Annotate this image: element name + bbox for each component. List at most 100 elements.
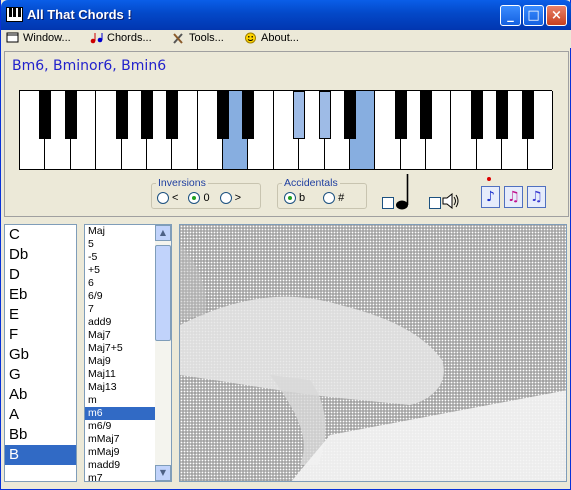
accidental-sharp-radio[interactable]: # [323, 192, 344, 204]
close-button[interactable]: × [546, 5, 567, 26]
inversion-previous-label: < [172, 192, 179, 204]
inversion-zero-label: 0 [203, 192, 210, 204]
maximize-button[interactable]: □ [523, 5, 544, 26]
accidental-flat-radio[interactable]: b [284, 192, 305, 204]
root-note-item[interactable]: Eb [5, 285, 76, 305]
piano-black-key[interactable] [394, 91, 407, 139]
radio-circle [284, 192, 296, 204]
root-note-item[interactable]: E [5, 305, 76, 325]
double-note-icon: ♫ [530, 189, 543, 205]
music-note-icon [396, 174, 409, 210]
menu-tools[interactable]: Tools... [172, 32, 224, 44]
down-arrow-icon: ▼ [159, 468, 167, 477]
root-note-item[interactable]: A [5, 405, 76, 425]
piano-keyboard[interactable] [19, 90, 553, 170]
speaker-icon [442, 193, 459, 209]
piano-black-key[interactable] [420, 91, 433, 139]
chord-type-item[interactable]: 5 [85, 238, 155, 251]
play-arpeggio-down-button[interactable]: ♫ [527, 186, 546, 208]
chord-type-item[interactable]: 6/9 [85, 290, 155, 303]
accidentals-legend: Accidentals [284, 177, 338, 189]
piano-black-key[interactable] [166, 91, 179, 139]
chord-type-item[interactable]: Maj9 [85, 355, 155, 368]
root-note-item[interactable]: F [5, 325, 76, 345]
chord-type-item[interactable]: madd9 [85, 459, 155, 472]
scroll-down-button[interactable]: ▼ [155, 465, 171, 481]
chord-type-item[interactable]: m [85, 394, 155, 407]
piano-black-key[interactable] [470, 91, 483, 139]
chord-type-item[interactable]: +5 [85, 264, 155, 277]
piano-black-key[interactable] [115, 91, 128, 139]
chord-type-item[interactable]: Maj7+5 [85, 342, 155, 355]
chord-type-item[interactable]: Maj [85, 225, 155, 238]
piano-black-key[interactable] [318, 91, 331, 139]
accidental-flat-label: b [299, 192, 306, 204]
scroll-up-button[interactable]: ▲ [155, 225, 171, 241]
chord-type-item[interactable]: 7 [85, 303, 155, 316]
minimize-button[interactable]: _ [500, 5, 521, 26]
piano-black-key[interactable] [39, 91, 52, 139]
double-note-icon: ♫ [507, 189, 520, 205]
single-note-icon: ♪ [486, 189, 495, 205]
piano-black-key[interactable] [242, 91, 255, 139]
chord-type-item[interactable]: 6 [85, 277, 155, 290]
root-note-item[interactable]: G [5, 365, 76, 385]
accidental-sharp-label: # [338, 192, 345, 204]
root-note-item[interactable]: C [5, 225, 76, 245]
chord-type-list[interactable]: Maj 5 -5 +5 6 6/9 7 add9 Maj7 Maj7+5 Maj9 Maj11 Maj1… [84, 224, 172, 482]
inversions-group: Inversions < 0 > [151, 177, 261, 209]
piano-black-key[interactable] [140, 91, 153, 139]
radio-circle [323, 192, 336, 204]
piano-black-key[interactable] [496, 91, 509, 139]
root-note-item[interactable]: Ab [5, 385, 76, 405]
chord-type-scrollbar[interactable]: ▲ ▼ [155, 225, 171, 481]
menu-bar: Window... Chords... Tools... About... [1, 30, 571, 48]
piano-black-key[interactable] [293, 91, 306, 139]
root-note-item[interactable]: Db [5, 245, 76, 265]
root-note-list[interactable]: C Db D Eb E F Gb G Ab A Bb B [4, 224, 77, 482]
chord-type-item[interactable]: mMaj9 [85, 446, 155, 459]
chord-type-item[interactable]: Maj13 [85, 381, 155, 394]
radio-circle [219, 192, 232, 204]
play-chord-button[interactable]: ♪ [481, 186, 500, 208]
chord-type-item[interactable]: add9 [85, 316, 155, 329]
inversion-previous-radio[interactable]: < [157, 192, 178, 204]
piano-black-key[interactable] [217, 91, 230, 139]
root-note-item[interactable]: B [5, 445, 76, 465]
inversion-next-radio[interactable]: > [219, 192, 241, 204]
sound-checkbox[interactable] [429, 197, 441, 209]
chord-name: Bm6, Bminor6, Bmin6 [12, 58, 167, 74]
window-menu-icon [6, 32, 19, 43]
piano-black-key[interactable] [343, 91, 356, 139]
chord-type-item[interactable]: m7 [85, 472, 155, 481]
scroll-thumb[interactable] [155, 245, 171, 341]
chord-panel: Bm6, Bminor6, Bmin6 Inversions < 0 > Acc… [4, 51, 569, 217]
menu-window[interactable]: Window... [6, 32, 71, 44]
chord-type-item[interactable]: m6/9 [85, 420, 155, 433]
root-note-item[interactable]: D [5, 265, 76, 285]
play-arpeggio-up-button[interactable]: ♫ [504, 186, 523, 208]
piano-black-key[interactable] [64, 91, 77, 139]
piano-icon [6, 7, 23, 22]
chord-type-item[interactable]: m6 [85, 407, 155, 420]
chord-type-item[interactable]: Maj11 [85, 368, 155, 381]
piano-black-key[interactable] [521, 91, 534, 139]
root-note-item[interactable]: Gb [5, 345, 76, 365]
menu-about-label: About... [261, 32, 299, 44]
root-note-item[interactable]: Bb [5, 425, 76, 445]
chord-type-item[interactable]: -5 [85, 251, 155, 264]
music-notes-icon [90, 33, 103, 44]
title-bar[interactable]: All That Chords ! _ □ × [1, 0, 571, 30]
play-indicator-dot [487, 177, 491, 181]
menu-about[interactable]: About... [244, 32, 299, 44]
hands-on-piano-image [179, 224, 567, 482]
menu-window-label: Window... [23, 32, 71, 44]
menu-chords[interactable]: Chords... [90, 32, 152, 44]
chord-type-item[interactable]: mMaj7 [85, 433, 155, 446]
show-notes-checkbox[interactable] [382, 197, 394, 209]
accidentals-group: Accidentals b # [277, 177, 367, 209]
inversions-legend: Inversions [158, 177, 206, 189]
chord-type-item[interactable]: Maj7 [85, 329, 155, 342]
radio-circle [157, 192, 169, 204]
inversion-zero-radio[interactable]: 0 [188, 192, 210, 204]
